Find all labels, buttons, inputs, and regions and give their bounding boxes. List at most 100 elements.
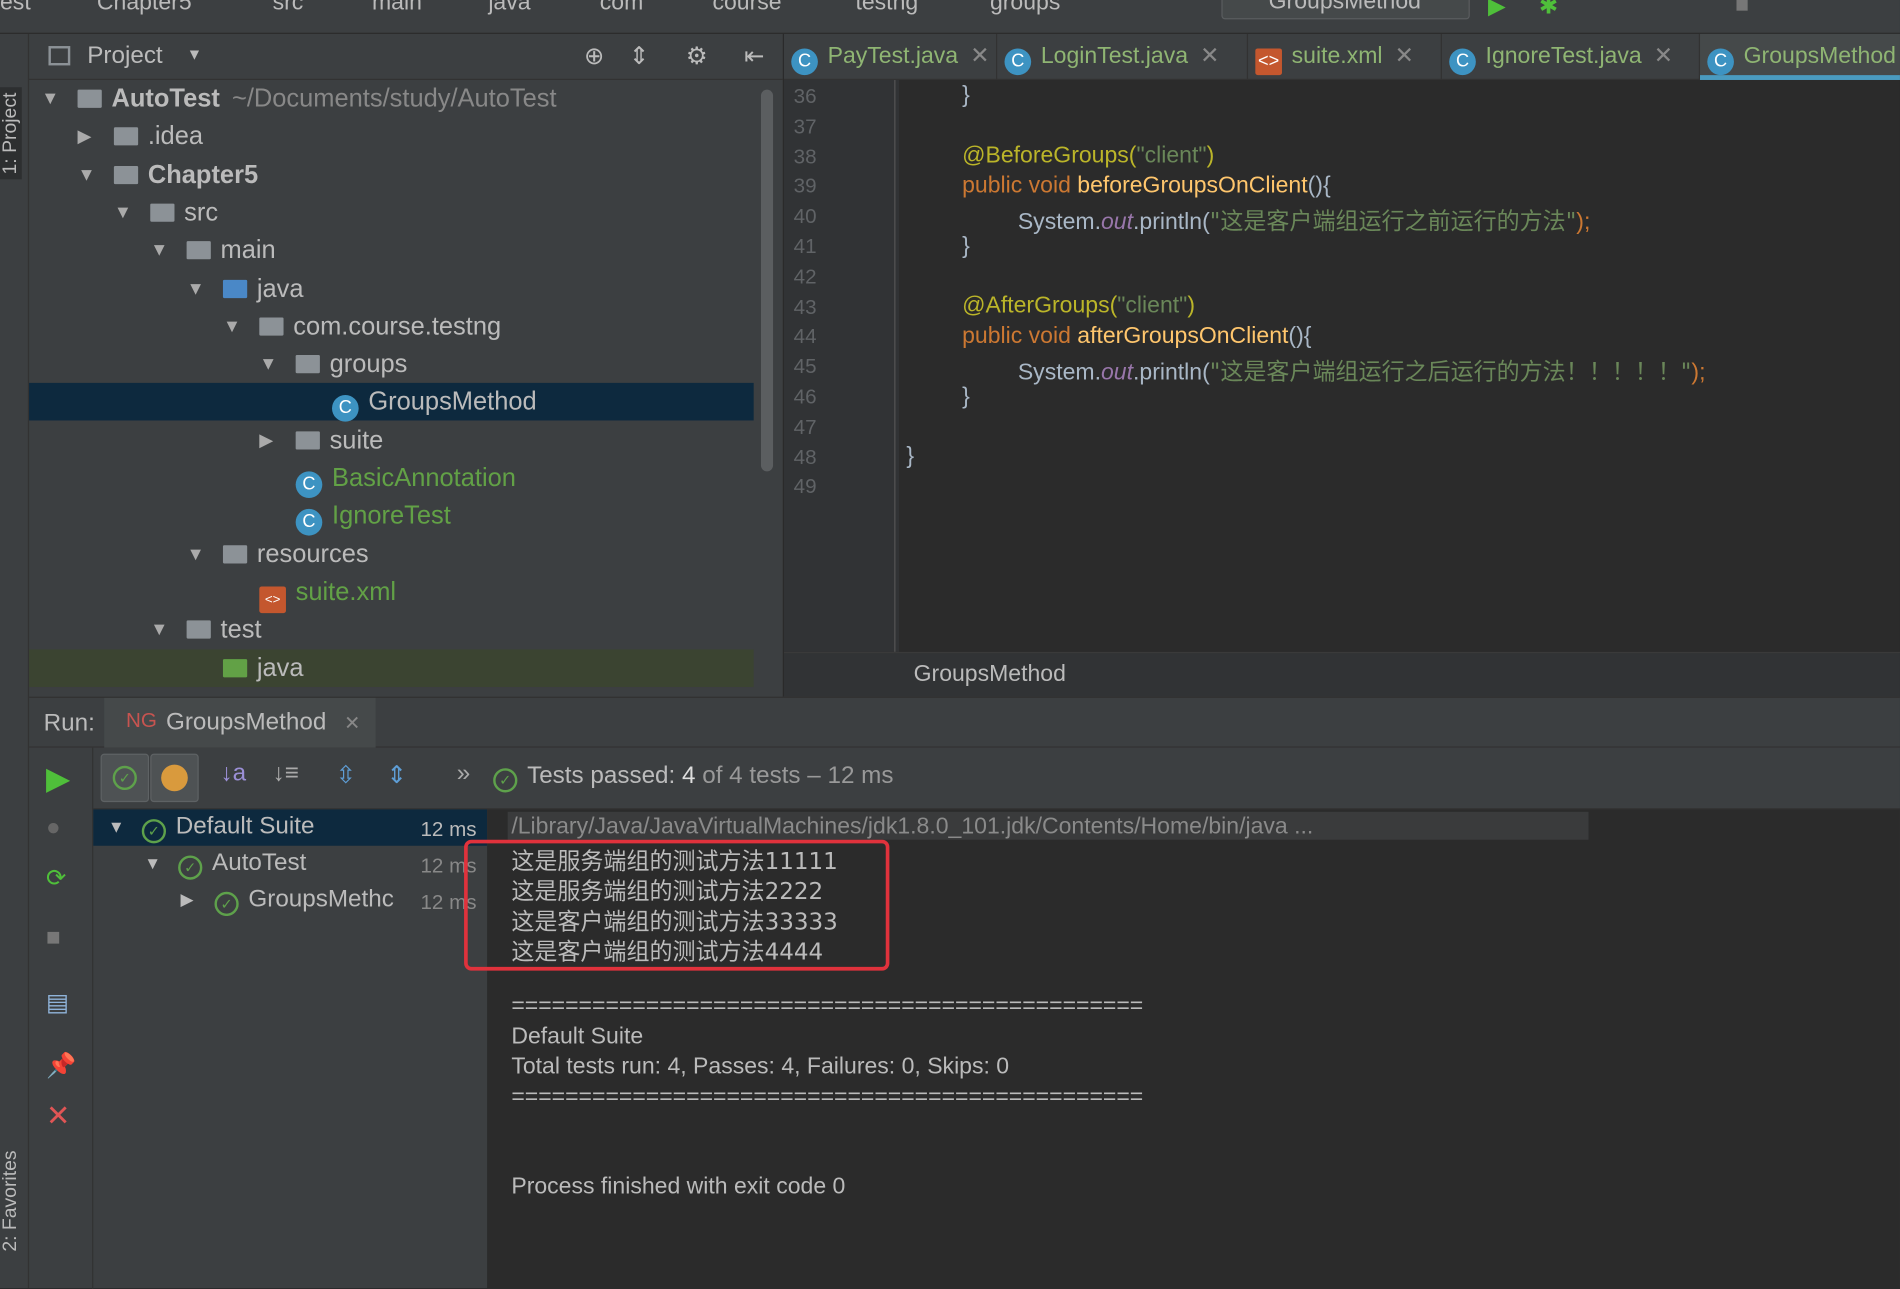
tree-item[interactable]: ▼ src xyxy=(29,194,754,232)
breadcrumb-item[interactable]: src xyxy=(273,0,304,17)
close-icon[interactable]: ✕ xyxy=(1200,44,1219,69)
tree-item[interactable]: ▶ .idea xyxy=(29,118,754,156)
test-node[interactable]: ▼ ✓ Default Suite 12 ms xyxy=(93,809,488,846)
breadcrumb-item[interactable]: com xyxy=(600,0,644,17)
breadcrumb-item[interactable]: java xyxy=(488,0,530,17)
tree-item-path: ~/Documents/study/AutoTest xyxy=(231,84,557,113)
line-number: 47 xyxy=(793,415,817,439)
code-line[interactable]: } xyxy=(906,443,914,470)
breadcrumb-item[interactable]: main xyxy=(372,0,422,17)
tree-item[interactable]: ▼ main xyxy=(29,232,754,270)
console-line: Default Suite xyxy=(511,1023,644,1050)
code-line[interactable]: @AfterGroups("client") xyxy=(962,293,1195,320)
tree-item[interactable]: ▼ test xyxy=(29,611,754,649)
close-icon[interactable]: ✕ xyxy=(970,44,989,69)
collapse-icon[interactable]: ▼ xyxy=(78,156,96,194)
project-tool-tab[interactable]: 1: Project xyxy=(0,87,22,180)
gear-icon[interactable]: ⚙ xyxy=(686,41,708,71)
tab-suite-xml[interactable]: <> suite.xml ✕ xyxy=(1248,33,1442,80)
code-line[interactable]: @BeforeGroups("client") xyxy=(962,143,1214,170)
collapse-icon[interactable]: ▼ xyxy=(150,232,168,270)
tab-logintest[interactable]: C LoginTest.java ✕ xyxy=(997,33,1249,80)
source-folder-icon xyxy=(222,279,248,298)
tree-item[interactable]: java xyxy=(29,648,754,687)
tree-item[interactable]: C IgnoreTest xyxy=(29,497,754,536)
expand-icon[interactable]: ▶ xyxy=(259,421,273,459)
collapse-icon[interactable]: ▼ xyxy=(150,611,168,649)
run-icon[interactable]: ▶ xyxy=(1488,0,1506,21)
collapse-all-icon[interactable]: ⇕ xyxy=(387,760,407,790)
tree-item[interactable]: ▼ com.course.testng xyxy=(29,308,754,346)
test-status: ✓ Tests passed: 4 of 4 tests – 12 ms xyxy=(493,762,893,793)
locate-icon[interactable]: ⊕ xyxy=(584,41,604,71)
close-icon[interactable]: ✕ xyxy=(1654,44,1673,69)
breadcrumb-item[interactable]: testng xyxy=(855,0,918,17)
collapse-icon[interactable]: ▼ xyxy=(259,345,277,383)
show-passed-toggle[interactable]: ✓ xyxy=(100,753,150,803)
rerun-icon[interactable]: ▶ xyxy=(46,760,70,798)
tree-item[interactable]: ▼ AutoTest ~/Documents/study/AutoTest xyxy=(29,80,754,118)
editor-breadcrumb[interactable]: GroupsMethod xyxy=(914,662,1066,689)
tree-item[interactable]: ▼ resources xyxy=(29,535,754,573)
tree-item[interactable]: C BasicAnnotation xyxy=(29,459,754,499)
tree-item[interactable]: ▼ Chapter5 xyxy=(29,156,754,194)
code-line[interactable]: } xyxy=(962,234,970,261)
show-ignored-toggle[interactable] xyxy=(150,753,199,803)
chevron-down-icon[interactable]: ▼ xyxy=(187,45,203,63)
line-number: 49 xyxy=(793,475,817,499)
collapse-icon[interactable]: ▼ xyxy=(114,194,132,232)
more-icon[interactable]: » xyxy=(457,760,470,788)
breadcrumb-item[interactable]: course xyxy=(712,0,781,17)
scrollbar[interactable] xyxy=(760,89,774,472)
run-tab[interactable]: NG GroupsMethod ✕ xyxy=(104,697,376,748)
test-node[interactable]: ▼ ✓ AutoTest 12 ms xyxy=(93,846,487,882)
run-config-select[interactable]: GroupsMethod xyxy=(1221,0,1470,20)
favorites-tool-tab[interactable]: 2: Favorites xyxy=(0,1150,22,1251)
tree-item[interactable]: <> suite.xml xyxy=(29,573,754,613)
tree-item[interactable]: C GroupsMethod xyxy=(29,383,754,423)
expand-icon[interactable]: ▶ xyxy=(78,118,92,156)
code-line[interactable]: public void afterGroupsOnClient(){ xyxy=(962,324,1311,351)
tab-groupsmethod[interactable]: C GroupsMethod xyxy=(1700,33,1900,80)
close-icon[interactable]: ✕ xyxy=(46,1099,70,1134)
sort-alpha-icon[interactable]: ↓a xyxy=(221,760,247,788)
breadcrumb-item[interactable]: groups xyxy=(990,0,1060,17)
breadcrumb-item[interactable]: est xyxy=(0,0,31,17)
tab-paytest[interactable]: C PayTest.java ✕ xyxy=(784,33,998,80)
collapse-all-icon[interactable]: ⇕ xyxy=(629,41,649,71)
collapse-icon[interactable]: ▼ xyxy=(187,535,205,573)
resources-folder-icon xyxy=(222,544,248,563)
folder-icon xyxy=(150,203,175,222)
tree-item[interactable]: ▶ suite xyxy=(29,421,754,459)
stop-icon[interactable]: ■ xyxy=(46,925,61,953)
collapse-icon[interactable]: ▼ xyxy=(223,308,241,346)
code-line[interactable]: public void beforeGroupsOnClient(){ xyxy=(962,173,1331,200)
layout-icon[interactable]: ▤ xyxy=(46,988,69,1018)
test-node[interactable]: ▶ ✓ GroupsMethc 12 ms xyxy=(93,882,487,918)
close-icon[interactable]: ✕ xyxy=(344,711,360,735)
console-output[interactable]: /Library/Java/JavaVirtualMachines/jdk1.8… xyxy=(464,809,1900,1289)
left-tool-stripe: 1: Project 2: Favorites xyxy=(0,33,30,1289)
code-line[interactable]: } xyxy=(962,82,970,109)
toggle-auto-test-icon[interactable]: ⟳ xyxy=(46,863,66,893)
sort-duration-icon[interactable]: ↓≡ xyxy=(273,760,299,788)
code-line[interactable]: System.out.println("这是客户端组运行之后运行的方法！！！！！… xyxy=(1018,354,1706,387)
expand-all-icon[interactable]: ⇳ xyxy=(336,760,356,790)
collapse-icon[interactable]: ▼ xyxy=(41,80,59,118)
tab-ignoretest[interactable]: C IgnoreTest.java ✕ xyxy=(1442,33,1701,80)
breadcrumb-item[interactable]: Chapter5 xyxy=(97,0,192,17)
code-line[interactable]: } xyxy=(962,384,970,411)
tree-item[interactable]: ▼ groups xyxy=(29,345,754,383)
project-view-select[interactable]: Project xyxy=(87,42,162,70)
rerun-failed-icon[interactable]: ● xyxy=(46,814,61,842)
pin-icon[interactable]: 📌 xyxy=(46,1051,76,1081)
hide-panel-icon[interactable]: ⇤ xyxy=(744,41,764,71)
tree-item[interactable]: ▼ java xyxy=(29,270,754,308)
tree-item-label: main xyxy=(220,236,276,265)
code-line[interactable]: System.out.println("这是客户端组运行之前运行的方法"); xyxy=(1018,204,1591,237)
close-icon[interactable]: ✕ xyxy=(1395,44,1414,69)
stop-icon[interactable]: ■ xyxy=(1735,0,1749,19)
project-icon xyxy=(48,46,71,66)
collapse-icon[interactable]: ▼ xyxy=(187,270,205,308)
debug-icon[interactable]: ✱ xyxy=(1539,0,1558,21)
